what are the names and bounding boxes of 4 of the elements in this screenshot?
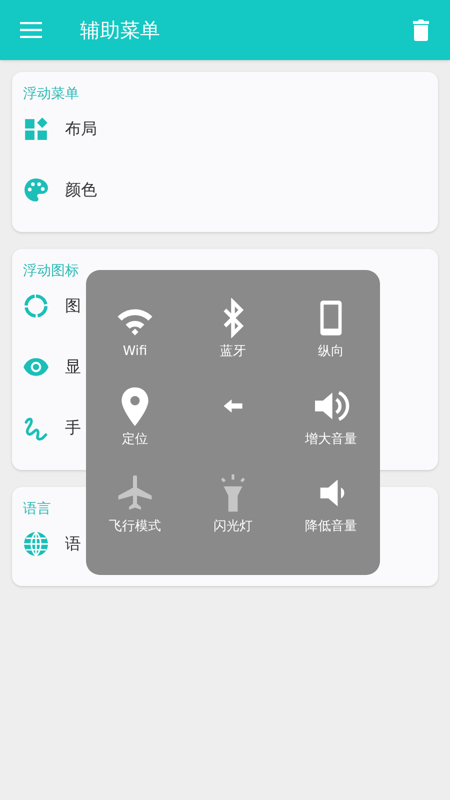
section-header: 浮动图标 (23, 262, 80, 281)
app-title: 辅助菜单 (80, 17, 160, 44)
section-header: 浮动菜单 (23, 85, 80, 104)
section-header: 语言 (23, 500, 52, 519)
